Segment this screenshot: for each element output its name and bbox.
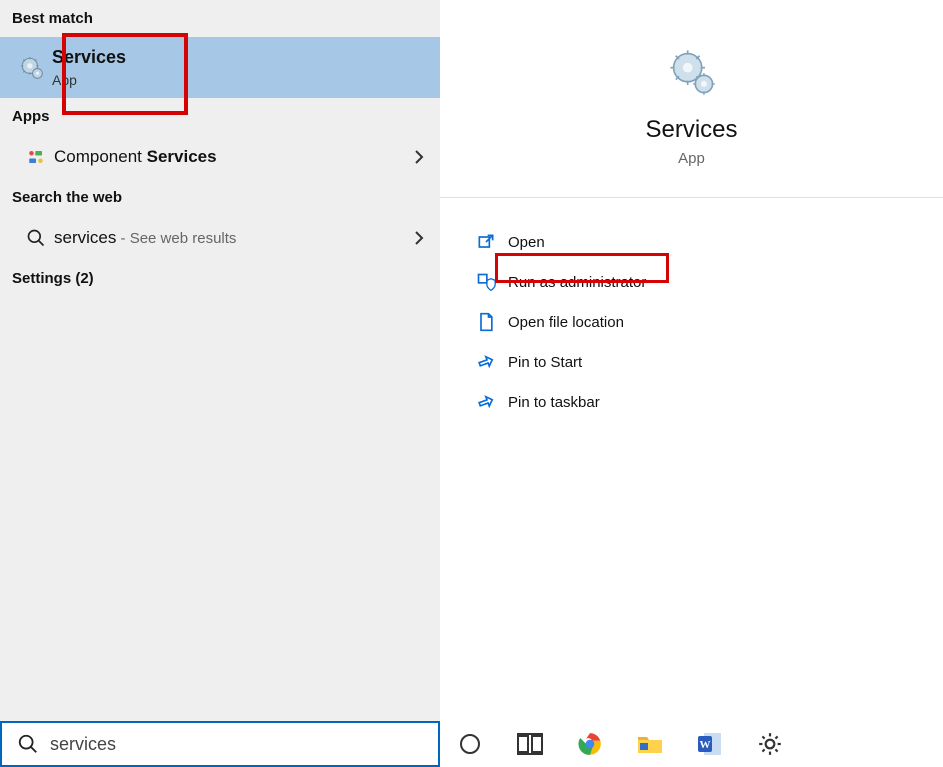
services-hero-icon	[666, 46, 718, 98]
chevron-right-icon	[414, 149, 424, 165]
settings-header[interactable]: Settings (2)	[0, 260, 440, 297]
action-open-label: Open	[508, 234, 545, 251]
action-run-admin-label: Run as administrator	[508, 274, 646, 291]
file-location-icon	[464, 312, 508, 332]
word-icon[interactable]: W	[696, 730, 724, 758]
hero-section: Services App	[440, 0, 943, 198]
apps-header: Apps	[0, 98, 440, 135]
action-pin-start[interactable]: Pin to Start	[464, 342, 943, 382]
best-match-subtitle: App	[52, 72, 126, 88]
action-run-admin[interactable]: Run as administrator	[464, 262, 943, 302]
chrome-icon[interactable]	[576, 730, 604, 758]
action-open[interactable]: Open	[464, 222, 943, 262]
svg-text:W: W	[700, 739, 711, 751]
task-view-icon[interactable]	[516, 730, 544, 758]
cortana-icon[interactable]	[456, 730, 484, 758]
action-pin-taskbar[interactable]: Pin to taskbar	[464, 382, 943, 422]
admin-shield-icon	[464, 272, 508, 292]
open-icon	[464, 232, 508, 252]
hero-subtitle: App	[678, 150, 705, 167]
search-results-pane: Best match Services A	[0, 0, 440, 767]
chevron-right-icon	[414, 230, 424, 246]
action-pin-start-label: Pin to Start	[508, 354, 582, 371]
search-bar[interactable]	[0, 721, 440, 767]
apps-result-label: Component Services	[54, 147, 414, 167]
action-open-location[interactable]: Open file location	[464, 302, 943, 342]
action-list: Open Run as administrator Open file loca…	[440, 198, 943, 422]
best-match-result[interactable]: Services App	[0, 37, 440, 98]
pin-taskbar-icon	[464, 392, 508, 412]
file-explorer-icon[interactable]	[636, 730, 664, 758]
action-pin-taskbar-label: Pin to taskbar	[508, 394, 600, 411]
best-match-title: Services	[52, 47, 126, 68]
search-web-header: Search the web	[0, 179, 440, 216]
search-input[interactable]	[42, 734, 426, 755]
taskbar: W	[440, 721, 943, 767]
action-open-location-label: Open file location	[508, 314, 624, 331]
services-icon	[12, 55, 52, 81]
search-icon	[18, 228, 54, 248]
best-match-header: Best match	[0, 0, 440, 37]
detail-pane: Services App Open Run as administrator	[440, 0, 943, 767]
apps-result-component-services[interactable]: Component Services	[0, 135, 440, 179]
component-services-icon	[18, 148, 54, 166]
hero-title: Services	[645, 116, 737, 144]
web-result-row[interactable]: services - See web results	[0, 216, 440, 260]
web-result-label: services - See web results	[54, 228, 414, 248]
pin-start-icon	[464, 352, 508, 372]
settings-gear-icon[interactable]	[756, 730, 784, 758]
search-icon	[14, 733, 42, 755]
